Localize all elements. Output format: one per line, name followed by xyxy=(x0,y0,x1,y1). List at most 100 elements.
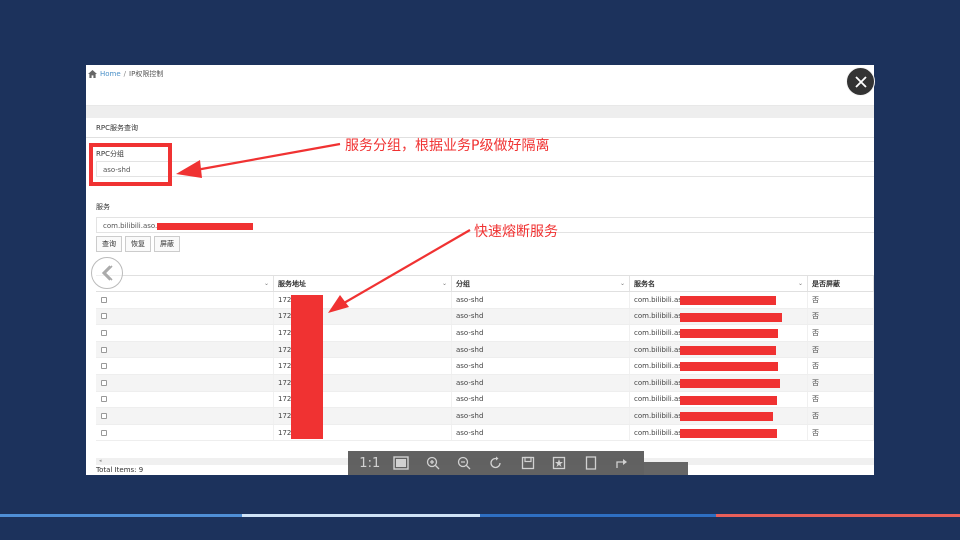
service-name-value: com.bilibili.aso xyxy=(634,345,687,354)
save-icon[interactable] xyxy=(517,456,539,470)
row-checkbox[interactable] xyxy=(101,346,107,353)
group-cell: aso-shd xyxy=(452,292,630,308)
row-checkbox[interactable] xyxy=(101,396,107,403)
blocked-cell: 否 xyxy=(808,374,874,391)
service-name-redaction xyxy=(680,412,773,422)
service-name-cell: com.bilibili.aso xyxy=(630,292,808,308)
table-row[interactable]: 172. aso-shd com.bilibili.aso 否 xyxy=(96,424,874,442)
page-icon[interactable] xyxy=(580,456,602,470)
zoom-in-icon[interactable] xyxy=(422,456,444,470)
service-name-cell: com.bilibili.aso. xyxy=(630,374,808,391)
row-checkbox[interactable] xyxy=(101,429,107,436)
footer-stripe xyxy=(480,514,716,517)
group-select[interactable]: aso-shd xyxy=(96,161,874,177)
service-name-value: com.bilibili.aso xyxy=(634,395,687,404)
restore-button[interactable]: 恢复 xyxy=(125,236,151,252)
chevron-down-icon: ⌄ xyxy=(263,280,269,287)
table-body: 172. aso-shd com.bilibili.aso 否 172. aso-shd c… xyxy=(96,292,874,442)
action-buttons: 查询 恢复 屏蔽 xyxy=(96,236,180,252)
group-cell: aso-shd xyxy=(452,358,630,374)
row-checkbox[interactable] xyxy=(101,296,107,303)
row-select-cell xyxy=(96,424,274,441)
breadcrumb-home-link[interactable]: Home xyxy=(100,70,121,78)
header-select[interactable]: ⌄ xyxy=(96,276,274,291)
blocked-cell: 否 xyxy=(808,341,874,358)
service-name-redaction xyxy=(680,395,777,405)
screenshot-frame: Home / IP权限控制 RPC服务查询 RPC分组 aso-shd 服务 c… xyxy=(86,65,874,475)
group-value: aso-shd xyxy=(456,295,484,304)
header-group[interactable]: 分组 ⌄ xyxy=(452,276,630,291)
table-row[interactable]: 172. aso-shd com.bilibili.aso 否 xyxy=(96,292,874,309)
service-name-redaction xyxy=(680,345,776,355)
query-button[interactable]: 查询 xyxy=(96,236,122,252)
row-select-cell xyxy=(96,358,274,374)
blocked-value: 否 xyxy=(812,395,819,404)
group-cell: aso-shd xyxy=(452,325,630,341)
table-row[interactable]: 172. aso-shd com.bilibili.aso 否 xyxy=(96,408,874,425)
blocked-cell: 否 xyxy=(808,325,874,341)
service-name-redaction xyxy=(680,362,778,372)
group-value: aso-shd xyxy=(456,328,484,337)
table-header: ⌄ 服务地址 ⌄ 分组 ⌄ 服务名 ⌄ 是否屏蔽 xyxy=(96,275,874,292)
breadcrumb-separator: / xyxy=(123,69,127,78)
row-checkbox[interactable] xyxy=(101,363,107,370)
footer-stripe xyxy=(716,514,960,517)
group-cell: aso-shd xyxy=(452,374,630,391)
service-name-redaction xyxy=(680,378,780,388)
group-value: aso-shd xyxy=(456,362,484,371)
service-name-cell: com.bilibili.aso xyxy=(630,358,808,374)
blocked-value: 否 xyxy=(812,295,819,304)
group-value: aso-shd xyxy=(456,312,484,321)
table-row[interactable]: 172. aso-shd com.bilibili.aso. 否 xyxy=(96,374,874,392)
bookmark-icon[interactable] xyxy=(548,456,570,470)
row-checkbox[interactable] xyxy=(101,412,107,419)
group-cell: aso-shd xyxy=(452,391,630,408)
panel-title: RPC服务查询 xyxy=(96,124,138,132)
back-arrow-icon[interactable] xyxy=(91,257,123,289)
breadcrumb-current: IP权限控制 xyxy=(129,69,164,78)
service-name-value: com.bilibili.aso xyxy=(634,295,687,304)
service-redaction xyxy=(157,223,253,230)
row-select-cell xyxy=(96,391,274,408)
footer-stripe xyxy=(0,514,242,517)
table-row[interactable]: 172. aso-shd com.bilibili.aso 否 xyxy=(96,325,874,342)
table-row[interactable]: 172. aso-shd com.bilibili.aso 否 xyxy=(96,358,874,375)
service-name-value: com.bilibili.aso xyxy=(634,312,687,321)
row-checkbox[interactable] xyxy=(101,329,107,336)
rotate-icon[interactable] xyxy=(485,456,507,470)
service-name-cell: com.bilibili.aso xyxy=(630,325,808,341)
zoom-reset-button[interactable]: 1:1 xyxy=(359,456,381,471)
service-name-redaction xyxy=(680,296,776,305)
blocked-cell: 否 xyxy=(808,308,874,325)
group-cell: aso-shd xyxy=(452,408,630,424)
share-icon[interactable] xyxy=(611,456,633,470)
row-select-cell xyxy=(96,325,274,341)
group-value: aso-shd xyxy=(456,395,484,404)
header-address[interactable]: 服务地址 ⌄ xyxy=(274,276,452,291)
group-cell: aso-shd xyxy=(452,424,630,441)
row-checkbox[interactable] xyxy=(101,379,107,386)
table-row[interactable]: 172. aso-shd com.bilibili.aso 否 xyxy=(96,391,874,409)
table-row[interactable]: 172. aso-shd com.bilibili.aso 否 xyxy=(96,308,874,326)
fit-icon[interactable] xyxy=(390,456,412,470)
group-annotation: 服务分组，根据业务P级做好隔离 xyxy=(345,138,550,154)
group-value: aso-shd xyxy=(456,411,484,420)
breadcrumb: Home / IP权限控制 xyxy=(86,65,874,82)
blocked-cell: 否 xyxy=(808,292,874,308)
row-select-cell xyxy=(96,374,274,391)
row-select-cell xyxy=(96,292,274,308)
zoom-out-icon[interactable] xyxy=(453,456,475,470)
close-icon[interactable] xyxy=(846,67,875,96)
chevron-down-icon: ⌄ xyxy=(441,280,447,287)
service-name-value: com.bilibili.aso xyxy=(634,411,687,420)
block-button[interactable]: 屏蔽 xyxy=(154,236,180,252)
group-cell: aso-shd xyxy=(452,308,630,325)
header-service-name[interactable]: 服务名 ⌄ xyxy=(630,276,808,291)
header-blocked[interactable]: 是否屏蔽 xyxy=(808,276,874,291)
service-value: com.bilibili.aso. xyxy=(103,222,158,230)
table-row[interactable]: 172. aso-shd com.bilibili.aso 否 xyxy=(96,341,874,359)
chevron-down-icon: ⌄ xyxy=(619,280,625,287)
service-label: 服务 xyxy=(96,203,110,211)
row-checkbox[interactable] xyxy=(101,313,107,320)
breaker-annotation: 快速熔断服务 xyxy=(474,224,558,240)
